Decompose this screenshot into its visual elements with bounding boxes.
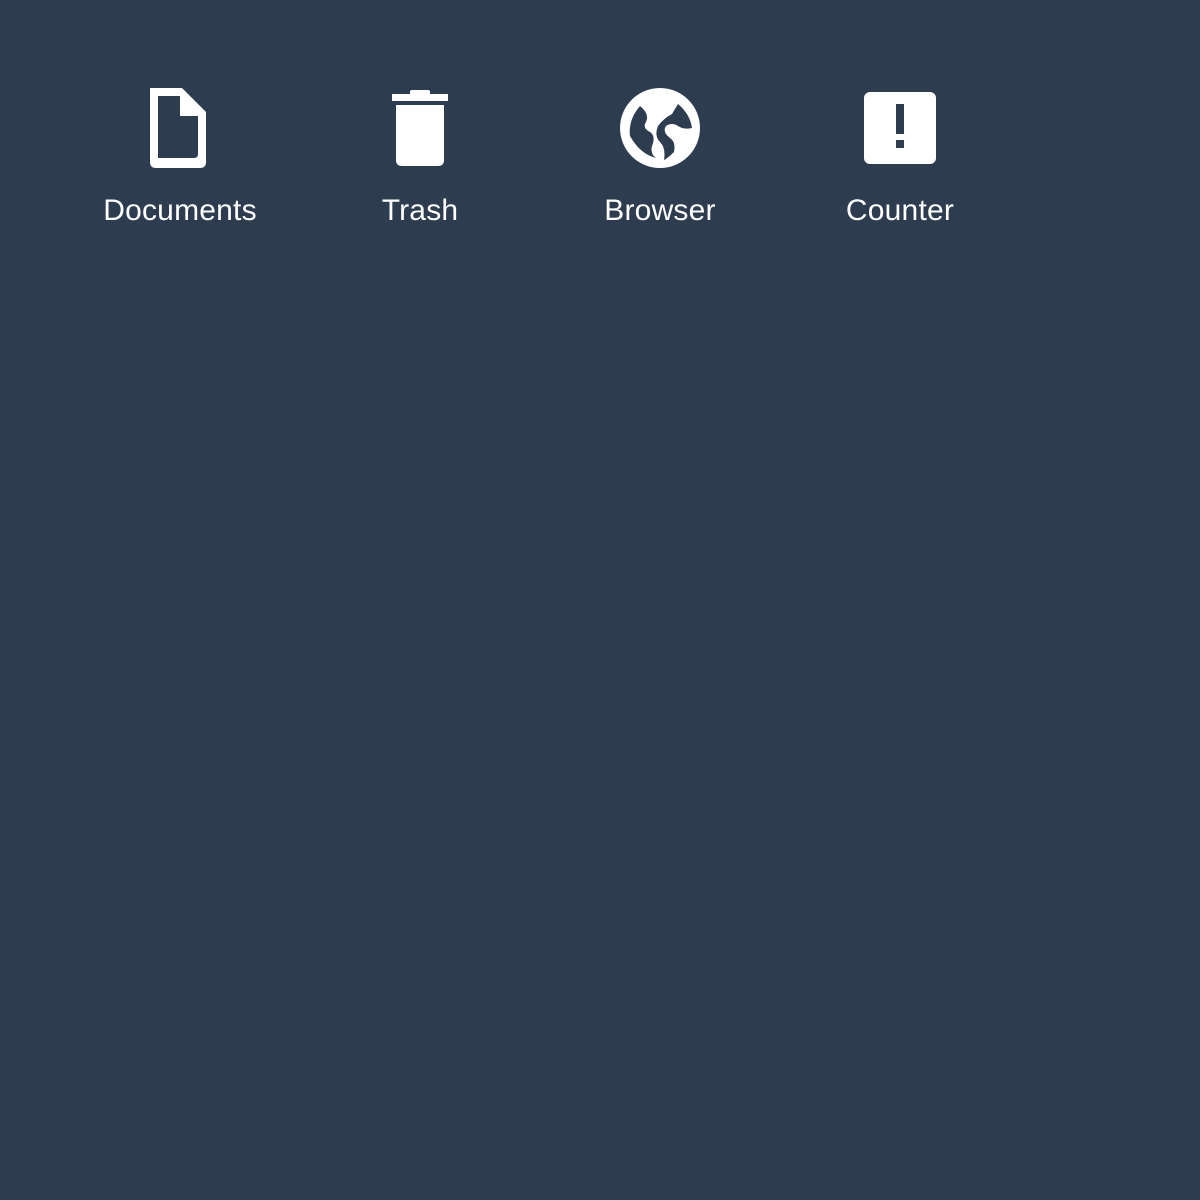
desktop-icon-label: Documents	[103, 194, 257, 227]
desktop-icon-label: Counter	[845, 194, 955, 227]
alert-box-icon	[856, 84, 944, 172]
desktop-icon-browser[interactable]: Browser	[560, 84, 760, 244]
document-icon	[136, 84, 224, 172]
desktop-icon-label: Trash	[381, 194, 459, 227]
trash-icon	[376, 84, 464, 172]
globe-icon	[616, 84, 704, 172]
desktop-icon-counter[interactable]: Counter	[800, 84, 1000, 244]
desktop-icon-documents[interactable]: Documents	[80, 84, 280, 244]
desktop-icon-label: Browser	[604, 194, 716, 227]
desktop-icon-trash[interactable]: Trash	[320, 84, 520, 244]
desktop[interactable]: Documents Trash Browser Counter	[0, 0, 1200, 1200]
